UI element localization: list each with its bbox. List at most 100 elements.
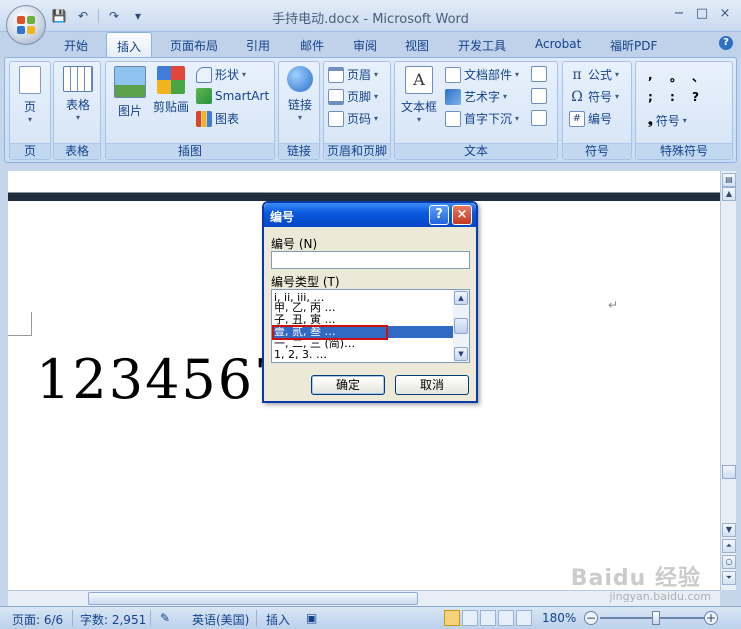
number-input[interactable] xyxy=(271,251,470,269)
zoom-out-icon[interactable]: − xyxy=(584,611,598,625)
scroll-up-icon[interactable]: ▲ xyxy=(722,187,736,201)
status-insert-mode[interactable]: 插入 xyxy=(266,611,290,628)
equation-label: 公式 xyxy=(588,68,613,82)
previous-page-icon[interactable]: ⏶ xyxy=(722,539,736,553)
special-symbol-comma[interactable]: , xyxy=(648,68,653,82)
full-screen-reading-view-icon[interactable] xyxy=(462,610,478,626)
table-button[interactable]: 表格 ▾ xyxy=(58,66,98,122)
page-number-button[interactable]: 页码 ▾ xyxy=(328,110,378,127)
page-button[interactable]: 页 ▾ xyxy=(15,66,45,124)
chevron-down-icon: ▾ xyxy=(242,70,247,79)
wordart-button[interactable]: 艺术字 ▾ xyxy=(445,88,507,105)
paragraph-mark: ↵ xyxy=(608,298,619,312)
tab-developer[interactable]: 开发工具 xyxy=(458,37,506,54)
tab-acrobat[interactable]: Acrobat xyxy=(535,37,581,51)
web-layout-view-icon[interactable] xyxy=(480,610,496,626)
header-button[interactable]: 页眉 ▾ xyxy=(328,66,378,83)
outline-view-icon[interactable] xyxy=(498,610,514,626)
dropcap-button[interactable]: 首字下沉 ▾ xyxy=(445,110,519,127)
number-type-label: 编号类型 (T) xyxy=(271,275,340,289)
status-word-count[interactable]: 字数: 2,951 xyxy=(80,611,146,628)
print-layout-view-icon[interactable] xyxy=(444,610,460,626)
equation-button[interactable]: π 公式 ▾ xyxy=(569,66,619,83)
number-type-list[interactable]: i, ii, iii, … 甲, 乙, 丙 … 子, 丑, 寅 … 壹, 贰, … xyxy=(271,289,470,363)
special-symbol-question[interactable]: ? xyxy=(692,90,699,104)
minimize-button[interactable]: − xyxy=(671,6,687,21)
list-scroll-thumb[interactable] xyxy=(454,318,468,334)
globe-link-icon xyxy=(287,66,313,92)
list-scrollbar[interactable]: ▲ ▼ xyxy=(453,290,469,362)
proofing-icon[interactable]: ✎ xyxy=(160,611,170,625)
office-button[interactable] xyxy=(6,5,46,45)
omega-icon: Ω xyxy=(571,88,583,105)
draft-view-icon[interactable] xyxy=(516,610,532,626)
chevron-down-icon: ▾ xyxy=(515,70,520,79)
tab-page-layout[interactable]: 页面布局 xyxy=(170,37,218,54)
tab-home[interactable]: 开始 xyxy=(64,37,88,54)
list-scroll-up-icon[interactable]: ▲ xyxy=(454,291,468,305)
ok-button[interactable]: 确定 xyxy=(311,375,385,395)
table-icon xyxy=(63,66,93,92)
chart-button[interactable]: 图表 xyxy=(196,110,239,127)
object-button[interactable] xyxy=(531,110,547,126)
textbox-button[interactable]: A 文本框 ▾ xyxy=(399,66,439,124)
smartart-button[interactable]: SmartArt xyxy=(196,88,269,104)
clipart-button[interactable]: 剪贴画 xyxy=(150,66,192,115)
vertical-scroll-thumb[interactable] xyxy=(722,465,736,479)
quickparts-button[interactable]: 文档部件 ▾ xyxy=(445,66,519,83)
macro-record-icon[interactable]: ▣ xyxy=(306,611,317,625)
special-symbol-period[interactable]: 。 xyxy=(670,68,682,85)
date-time-button[interactable] xyxy=(531,88,547,104)
tab-view[interactable]: 视图 xyxy=(405,37,429,54)
zoom-in-icon[interactable]: + xyxy=(704,611,718,625)
horizontal-scroll-thumb[interactable] xyxy=(88,592,418,605)
tab-foxit-pdf[interactable]: 福昕PDF xyxy=(610,37,657,54)
picture-button[interactable]: 图片 xyxy=(112,66,148,119)
numbering-label: 编号 xyxy=(588,112,613,126)
shapes-button[interactable]: 形状 ▾ xyxy=(196,66,246,83)
maximize-button[interactable]: □ xyxy=(694,6,710,21)
signature-line-button[interactable] xyxy=(531,66,547,82)
select-browse-object-icon[interactable]: ○ xyxy=(722,555,736,569)
special-symbol-semicolon[interactable]: ; xyxy=(648,90,653,104)
footer-button[interactable]: 页脚 ▾ xyxy=(328,88,378,105)
list-item[interactable]: 1, 2, 3. … xyxy=(274,349,454,361)
special-symbol-more-label: 符号 xyxy=(655,114,680,128)
dialog-help-button[interactable]: ? xyxy=(429,205,449,225)
ribbon-tabs: 开始 插入 页面布局 引用 邮件 审阅 视图 开发工具 Acrobat 福昕PD… xyxy=(0,32,741,58)
status-language[interactable]: 英语(美国) xyxy=(192,611,249,628)
tab-references[interactable]: 引用 xyxy=(246,37,270,54)
symbol-button[interactable]: Ω 符号 ▾ xyxy=(569,88,619,105)
close-button[interactable]: × xyxy=(717,6,733,21)
zoom-level[interactable]: 180% xyxy=(542,611,576,625)
dialog-close-button[interactable]: × xyxy=(452,205,472,225)
scroll-down-icon[interactable]: ▼ xyxy=(722,523,736,537)
cancel-button[interactable]: 取消 xyxy=(395,375,469,395)
shapes-icon xyxy=(196,66,212,83)
numbering-button[interactable]: # 编号 xyxy=(569,110,612,127)
special-symbol-more-button[interactable]: ❟ 符号 ▾ xyxy=(648,112,687,129)
list-scroll-down-icon[interactable]: ▼ xyxy=(454,347,468,361)
bullet-icon: ❟ xyxy=(648,113,653,127)
zoom-slider-thumb[interactable] xyxy=(652,611,660,625)
tab-mailings[interactable]: 邮件 xyxy=(300,37,324,54)
tab-insert[interactable]: 插入 xyxy=(106,32,153,58)
next-page-icon[interactable]: ⏷ xyxy=(722,571,736,585)
symbols-group: π 公式 ▾ Ω 符号 ▾ # 编号 符号 xyxy=(562,61,632,160)
symbol-label: 符号 xyxy=(588,90,613,104)
text-group: A 文本框 ▾ 文档部件 ▾ 艺术字 ▾ 首字下沉 ▾ 文本 xyxy=(394,61,558,160)
clipart-icon xyxy=(157,66,185,94)
status-bar: 页面: 6/6 字数: 2,951 ✎ 英语(美国) 插入 ▣ 180% − + xyxy=(0,606,741,629)
vertical-scrollbar[interactable]: ▤ ▲ ▼ ⏶ ○ ⏷ xyxy=(720,171,736,590)
baidu-watermark-url: jingyan.baidu.com xyxy=(609,590,711,603)
special-symbol-colon[interactable]: : xyxy=(670,90,675,104)
page-group: 页 ▾ 页 xyxy=(9,61,51,160)
status-page[interactable]: 页面: 6/6 xyxy=(12,611,63,628)
text-group-label: 文本 xyxy=(395,143,557,159)
links-button[interactable]: 链接 ▾ xyxy=(283,66,317,122)
ruler-toggle-icon[interactable]: ▤ xyxy=(722,173,736,187)
help-icon[interactable]: ? xyxy=(719,36,733,50)
tab-review[interactable]: 审阅 xyxy=(353,37,377,54)
clipart-button-label: 剪贴画 xyxy=(152,100,189,114)
special-symbol-enumeration-comma[interactable]: 、 xyxy=(692,68,704,85)
